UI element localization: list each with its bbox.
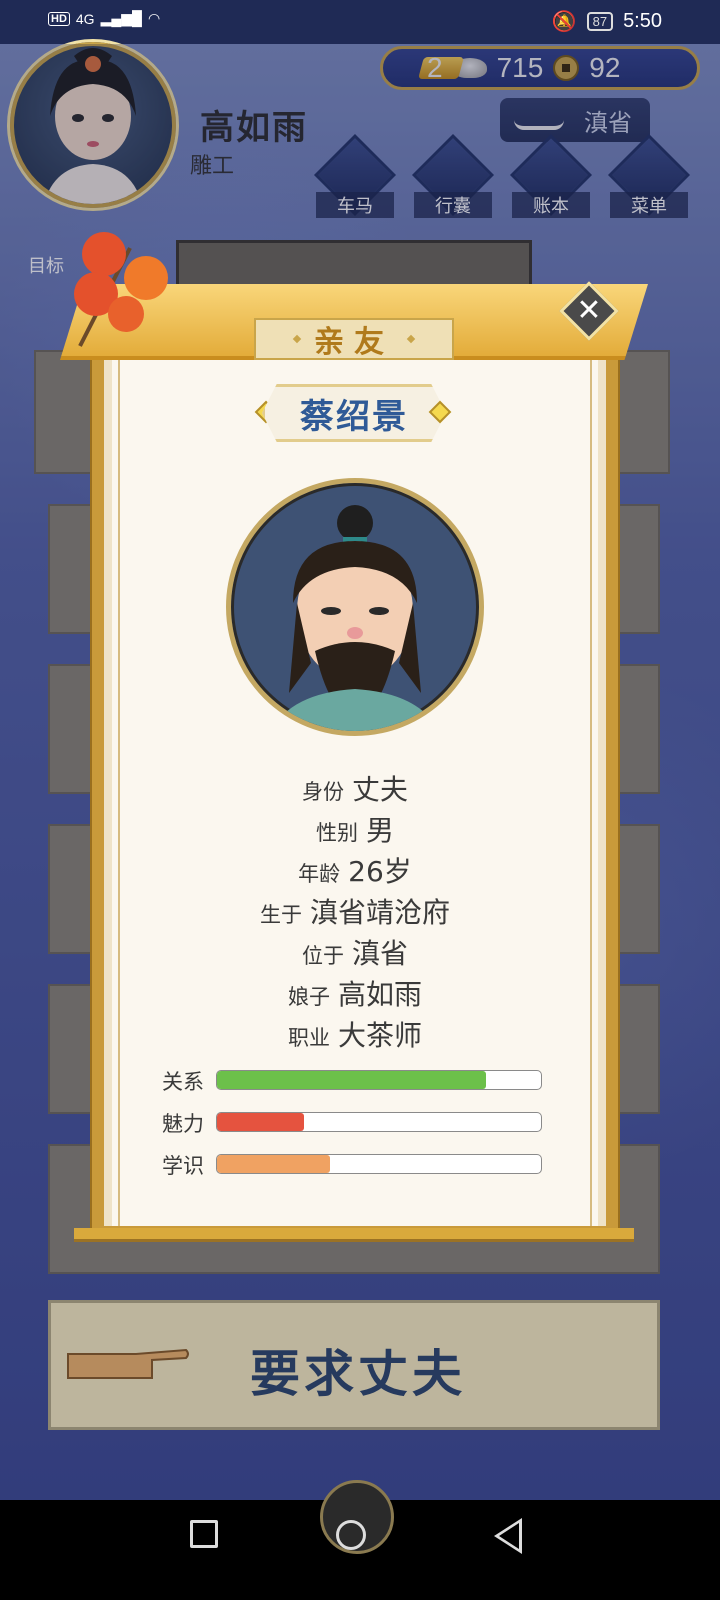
person-name-plate: 蔡绍景 bbox=[262, 384, 446, 442]
info-row-profession: 职业 大茶师 bbox=[104, 1014, 606, 1055]
info-row-location: 位于 滇省 bbox=[104, 932, 606, 973]
info-row-wife: 娘子 高如雨 bbox=[104, 973, 606, 1014]
network-type: 4G bbox=[75, 10, 95, 27]
modal-bottom-rod bbox=[74, 1228, 634, 1242]
info-value: 滇省靖沧府 bbox=[309, 896, 450, 929]
hd-indicator: HD bbox=[48, 11, 70, 26]
wifi-icon: ◠ bbox=[147, 10, 161, 26]
info-value: 滇省 bbox=[351, 937, 408, 970]
stat-bar-fill bbox=[217, 1113, 305, 1131]
home-button[interactable] bbox=[336, 1520, 366, 1550]
back-button[interactable] bbox=[494, 1518, 522, 1554]
stat-bar-fill bbox=[217, 1155, 331, 1173]
info-value: 丈夫 bbox=[351, 773, 408, 806]
clock: 5:50 bbox=[623, 10, 662, 32]
info-key: 身份 bbox=[301, 780, 344, 804]
info-key: 娘子 bbox=[287, 985, 330, 1009]
ornament-dot bbox=[406, 334, 416, 344]
modal-title: 亲友 bbox=[314, 325, 394, 360]
recents-button[interactable] bbox=[190, 1520, 218, 1548]
info-value: 男 bbox=[365, 814, 394, 847]
signal-icon: ▂▄▆█ bbox=[100, 10, 142, 26]
info-key: 职业 bbox=[287, 1026, 330, 1050]
ornament-dot bbox=[292, 334, 302, 344]
info-key: 生于 bbox=[259, 903, 302, 927]
info-key: 年龄 bbox=[298, 862, 341, 886]
info-key: 位于 bbox=[301, 944, 344, 968]
close-icon: ✕ bbox=[576, 293, 602, 328]
stat-relationship: 关系 bbox=[160, 1068, 560, 1094]
stat-bar-track bbox=[216, 1154, 542, 1174]
candied-fruit-icon bbox=[74, 232, 168, 347]
status-bar: HD 4G ▂▄▆█ ◠ 🔕 87 5:50 bbox=[0, 0, 720, 44]
status-left: HD 4G ▂▄▆█ ◠ bbox=[48, 10, 160, 27]
info-value: 高如雨 bbox=[337, 978, 422, 1011]
status-right: 🔕 87 5:50 bbox=[552, 9, 662, 34]
info-value: 26岁 bbox=[348, 855, 412, 888]
person-info: 身份 丈夫 性别男 年龄 26岁 生于 滇省靖沧府 位于 滇省 娘子 高如雨 职业 大茶师 bbox=[104, 768, 606, 1055]
battery-icon: 87 bbox=[586, 12, 614, 31]
info-key: 性别 bbox=[315, 821, 358, 845]
info-row-identity: 身份 丈夫 bbox=[104, 768, 606, 809]
info-row-gender: 性别男 bbox=[104, 809, 606, 850]
mute-icon: 🔕 bbox=[551, 11, 577, 33]
stat-label: 关系 bbox=[162, 1070, 204, 1094]
stat-label: 学识 bbox=[162, 1154, 204, 1178]
request-husband-label: 要求丈夫 bbox=[250, 1345, 466, 1403]
pointing-hand-icon bbox=[67, 1348, 189, 1379]
stat-label: 魅力 bbox=[162, 1112, 204, 1136]
person-portrait bbox=[226, 478, 484, 736]
husband-portrait-icon bbox=[271, 505, 439, 731]
info-row-birthplace: 生于 滇省靖沧府 bbox=[104, 891, 606, 932]
stat-bar-track bbox=[216, 1070, 542, 1090]
info-value: 大茶师 bbox=[337, 1019, 422, 1052]
modal-title-plate: 亲友 bbox=[254, 318, 454, 360]
stat-charm: 魅力 bbox=[160, 1110, 560, 1136]
person-name: 蔡绍景 bbox=[300, 396, 408, 437]
stat-bar-track bbox=[216, 1112, 542, 1132]
stat-knowledge: 学识 bbox=[160, 1152, 560, 1178]
stat-bar-fill bbox=[217, 1071, 486, 1089]
info-row-age: 年龄 26岁 bbox=[104, 850, 606, 891]
